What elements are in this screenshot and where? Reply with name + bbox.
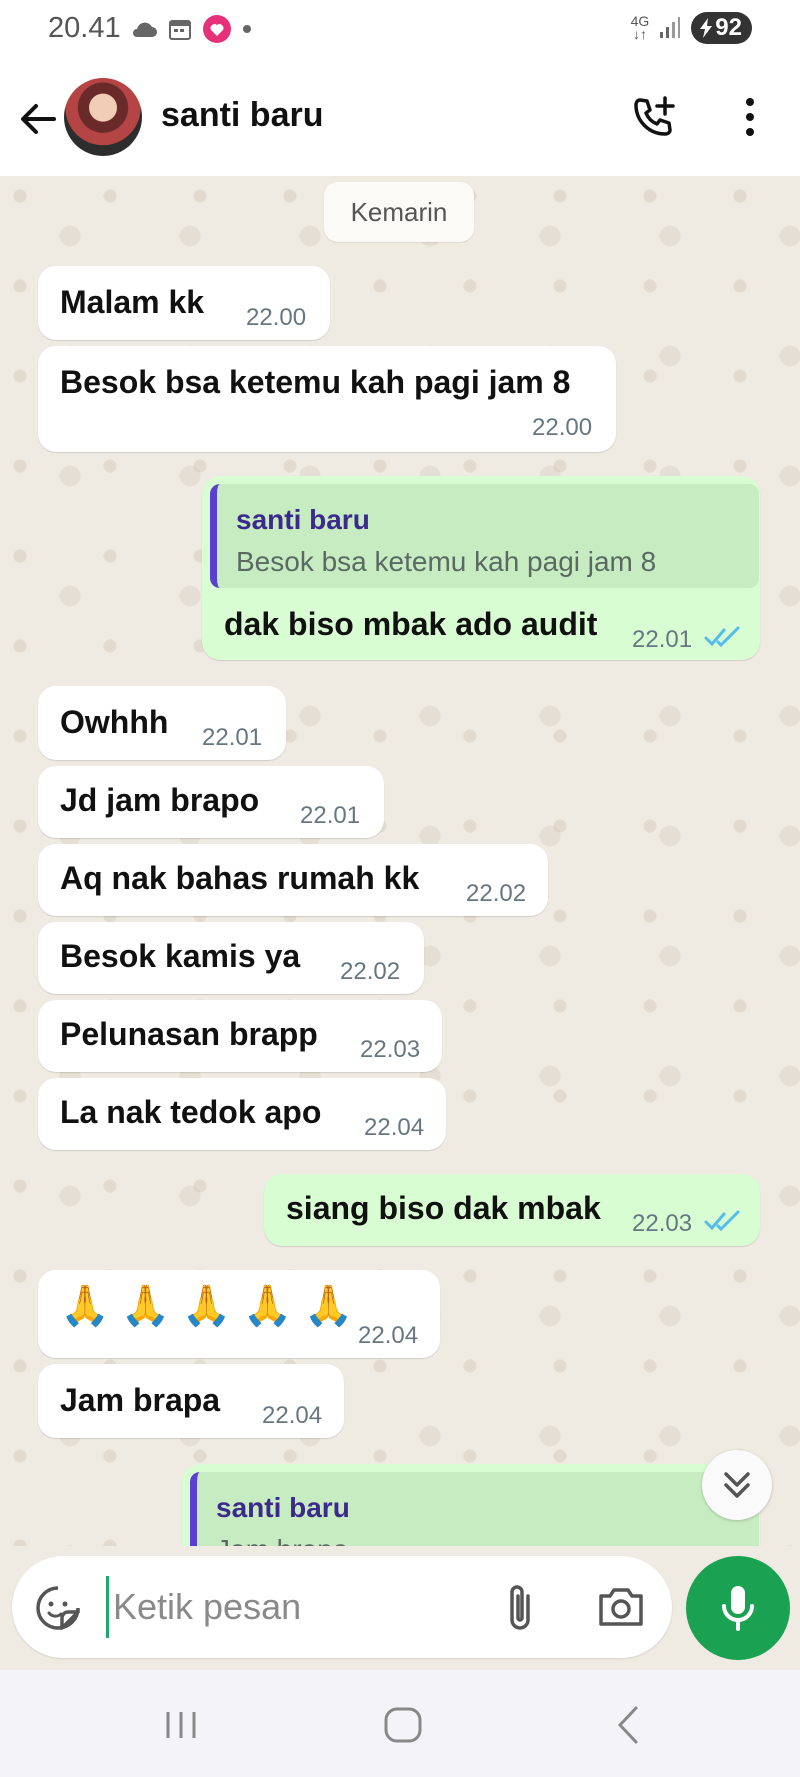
message-incoming[interactable]: Jam brapa 22.04 bbox=[38, 1364, 344, 1438]
scroll-to-bottom-button[interactable] bbox=[702, 1450, 772, 1520]
message-incoming[interactable]: Jd jam brapo 22.01 bbox=[38, 766, 384, 838]
date-separator: Kemarin bbox=[324, 182, 474, 242]
message-text: Owhhh bbox=[60, 704, 169, 740]
message-incoming[interactable]: Malam kk 22.00 bbox=[38, 266, 330, 340]
message-text: dak biso mbak ado audit bbox=[224, 606, 598, 642]
system-indicators: 4G ↓↑ 92 bbox=[631, 12, 752, 44]
signal-icon bbox=[660, 17, 681, 38]
quoted-sender: santi baru bbox=[236, 504, 370, 535]
calendar-icon bbox=[169, 20, 191, 40]
double-chevron-down-icon bbox=[724, 1472, 750, 1498]
message-text: La nak tedok apo bbox=[60, 1094, 322, 1130]
message-time: 22.02 bbox=[466, 880, 527, 907]
message-time: 22.04 bbox=[262, 1402, 323, 1429]
message-outgoing[interactable]: santi baru Jam brapa bbox=[182, 1464, 760, 1546]
chat-area[interactable]: Kemarin Malam kk 22.00 Besok bsa ketemu … bbox=[0, 176, 800, 1546]
cloud-icon bbox=[133, 22, 157, 37]
network-type: 4G ↓↑ bbox=[630, 13, 650, 42]
status-bar: 20.41 4G ↓↑ 92 bbox=[0, 0, 800, 58]
mic-icon bbox=[722, 1586, 754, 1631]
message-time: 22.03 bbox=[632, 1210, 693, 1237]
quoted-message[interactable]: santi baru Jam brapa bbox=[190, 1472, 759, 1546]
notification-icons bbox=[130, 14, 252, 44]
back-nav-icon[interactable] bbox=[604, 1700, 654, 1750]
message-input[interactable] bbox=[106, 1576, 495, 1638]
message-text: Jam brapa bbox=[60, 1382, 221, 1418]
message-time: 22.04 bbox=[364, 1114, 425, 1141]
message-text: Pelunasan brapp bbox=[60, 1016, 318, 1052]
message-time: 22.01 bbox=[632, 626, 693, 653]
quoted-text: Besok bsa ketemu kah pagi jam 8 bbox=[236, 546, 657, 577]
recent-apps-icon[interactable] bbox=[156, 1700, 206, 1750]
message-incoming[interactable]: Aq nak bahas rumah kk 22.02 bbox=[38, 844, 548, 916]
chat-header: santi baru bbox=[0, 58, 800, 176]
message-incoming[interactable]: Besok kamis ya 22.02 bbox=[38, 922, 424, 994]
message-time: 22.01 bbox=[300, 802, 361, 829]
message-incoming[interactable]: 🙏 🙏 🙏 🙏 🙏 22.04 bbox=[38, 1270, 440, 1358]
more-vert-icon[interactable] bbox=[735, 92, 765, 142]
status-time: 20.41 bbox=[48, 12, 121, 44]
lazada-app-icon bbox=[203, 15, 231, 43]
message-time: 22.03 bbox=[360, 1036, 421, 1063]
home-icon[interactable] bbox=[378, 1700, 428, 1750]
sticker-icon[interactable] bbox=[34, 1584, 82, 1632]
battery-charging-icon: 92 bbox=[691, 12, 752, 44]
message-composer bbox=[12, 1556, 672, 1658]
back-arrow-icon[interactable] bbox=[14, 94, 64, 144]
message-incoming[interactable]: Pelunasan brapp 22.03 bbox=[38, 1000, 442, 1072]
message-time: 22.00 bbox=[532, 414, 593, 441]
message-time: 22.00 bbox=[246, 304, 307, 331]
quoted-text: Jam brapa bbox=[216, 1534, 348, 1546]
message-incoming[interactable]: Owhhh 22.01 bbox=[38, 686, 286, 760]
message-text: Besok kamis ya bbox=[60, 938, 301, 974]
dot-icon bbox=[243, 25, 251, 33]
message-incoming[interactable]: Besok bsa ketemu kah pagi jam 8 22.00 bbox=[38, 346, 616, 452]
read-ticks-icon bbox=[704, 626, 740, 648]
message-incoming[interactable]: La nak tedok apo 22.04 bbox=[38, 1078, 446, 1150]
system-navigation-bar bbox=[0, 1670, 800, 1777]
message-time: 22.01 bbox=[202, 724, 263, 751]
avatar[interactable] bbox=[64, 78, 142, 156]
emoji-message: 🙏 🙏 🙏 🙏 🙏 bbox=[60, 1284, 354, 1328]
message-text: Aq nak bahas rumah kk bbox=[60, 860, 420, 896]
message-text: Besok bsa ketemu kah pagi jam 8 bbox=[60, 364, 571, 400]
add-call-icon[interactable] bbox=[628, 92, 678, 142]
quoted-sender: santi baru bbox=[216, 1492, 350, 1523]
message-text: siang biso dak mbak bbox=[286, 1190, 601, 1226]
message-time: 22.02 bbox=[340, 958, 401, 985]
paperclip-icon[interactable] bbox=[496, 1582, 544, 1634]
message-text: Jd jam brapo bbox=[60, 782, 260, 818]
mic-button[interactable] bbox=[686, 1556, 790, 1660]
message-time: 22.04 bbox=[358, 1322, 419, 1349]
quoted-message[interactable]: santi baru Besok bsa ketemu kah pagi jam… bbox=[210, 484, 759, 588]
battery-level: 92 bbox=[715, 14, 742, 41]
message-outgoing[interactable]: santi baru Besok bsa ketemu kah pagi jam… bbox=[202, 476, 760, 660]
contact-name[interactable]: santi baru bbox=[161, 96, 323, 135]
camera-icon[interactable] bbox=[596, 1584, 646, 1630]
message-text: Malam kk bbox=[60, 284, 205, 320]
message-outgoing[interactable]: siang biso dak mbak 22.03 bbox=[264, 1174, 760, 1246]
read-ticks-icon bbox=[704, 1210, 740, 1232]
